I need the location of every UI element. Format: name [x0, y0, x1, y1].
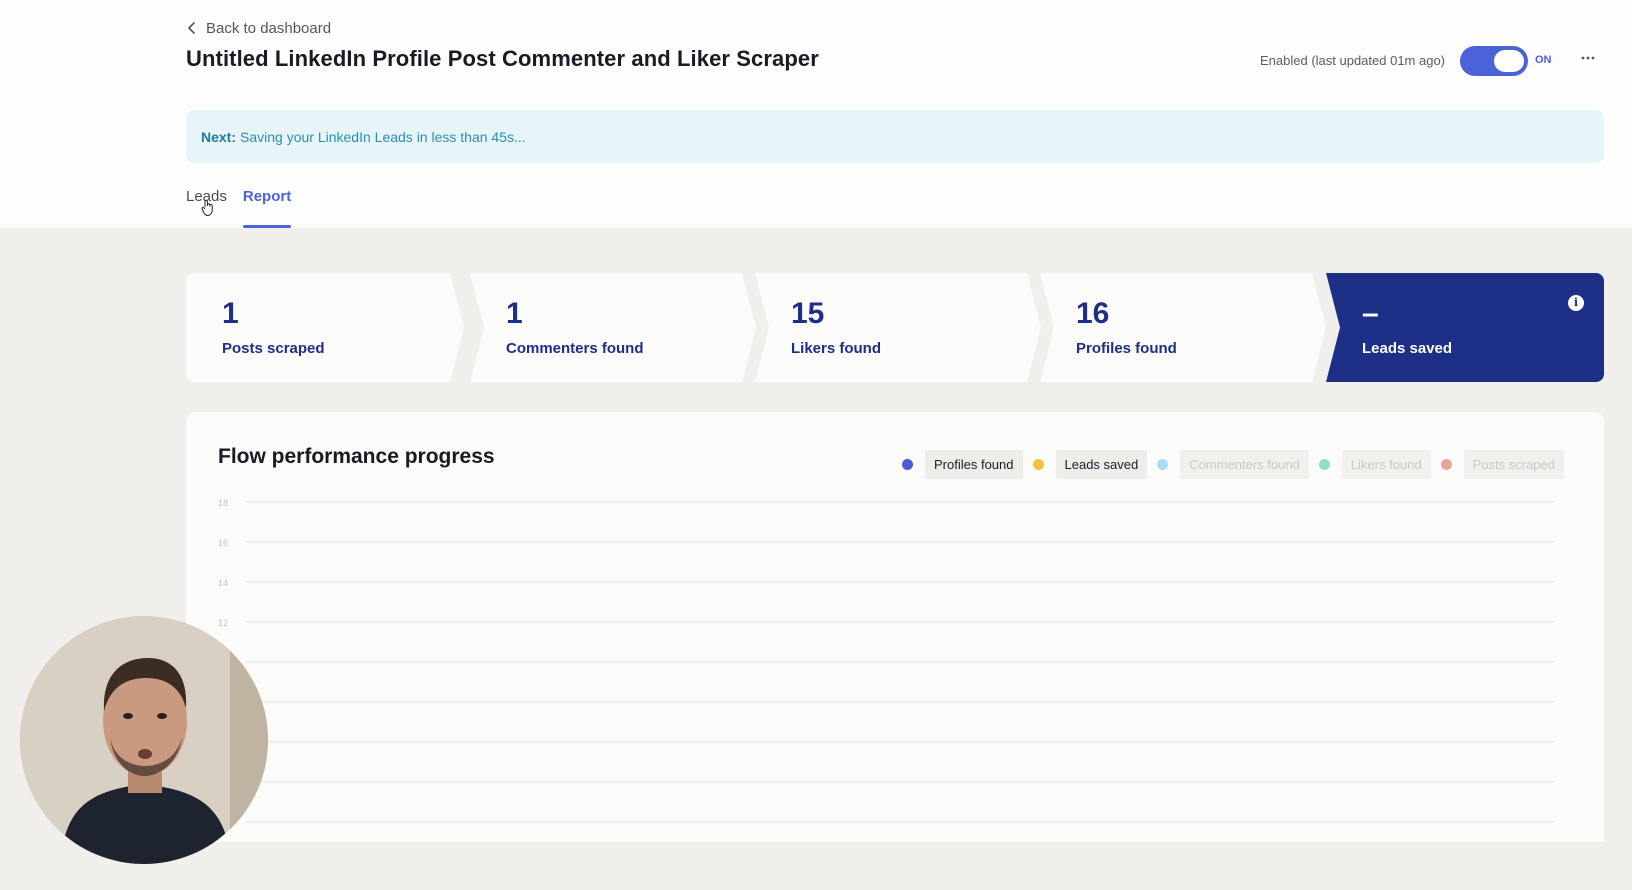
stat-label: Profiles found	[1076, 340, 1177, 357]
status-text: Enabled (last updated 01m ago)	[1260, 53, 1446, 68]
hand-cursor-icon	[201, 199, 213, 216]
chart-plot-area: 18 16 14 12	[218, 498, 1554, 823]
stat-value: 16	[1076, 297, 1110, 330]
next-banner: Next: Saving your LinkedIn Leads in less…	[186, 110, 1604, 163]
stat-profiles-found: 16 Profiles found	[1040, 273, 1326, 382]
stat-value: –	[1362, 297, 1379, 330]
chevron-left-icon	[188, 22, 195, 34]
chart-legend: Profiles found Leads saved Commenters fo…	[902, 450, 1564, 479]
stat-posts-scraped: 1 Posts scraped	[186, 273, 464, 382]
legend-dot	[1440, 459, 1452, 470]
stat-label: Commenters found	[506, 340, 644, 357]
chart-title: Flow performance progress	[218, 445, 495, 468]
y-tick-label: 16	[218, 538, 228, 548]
legend-profiles-found[interactable]: Profiles found	[902, 450, 1023, 479]
legend-label: Likers found	[1341, 450, 1431, 479]
legend-label: Posts scraped	[1463, 450, 1564, 479]
stat-value: 1	[222, 297, 239, 330]
legend-label: Leads saved	[1055, 450, 1148, 479]
banner-message: Saving your LinkedIn Leads in less than …	[240, 128, 526, 145]
page-title: Untitled LinkedIn Profile Post Commenter…	[186, 46, 819, 71]
info-icon[interactable]: i	[1568, 295, 1584, 311]
stat-commenters-found: 1 Commenters found	[470, 273, 756, 382]
legend-label: Profiles found	[925, 450, 1023, 479]
tab-report[interactable]: Report	[242, 188, 292, 228]
page-header: Back to dashboard Untitled LinkedIn Prof…	[0, 0, 1632, 228]
legend-dot	[1157, 459, 1169, 470]
toggle-label: ON	[1535, 54, 1552, 66]
stat-label: Leads saved	[1362, 340, 1453, 357]
legend-dot	[902, 459, 913, 470]
stat-value: 15	[791, 297, 825, 330]
toggle-knob	[1494, 50, 1524, 72]
stat-leads-saved: – Leads saved i	[1326, 273, 1604, 382]
presenter-video-image	[20, 616, 268, 864]
enabled-toggle[interactable]	[1460, 46, 1528, 76]
webcam-overlay	[20, 616, 268, 864]
legend-dot	[1032, 459, 1044, 470]
legend-label: Commenters found	[1180, 450, 1309, 479]
y-tick-label: 14	[218, 578, 228, 588]
stat-likers-found: 15 Likers found	[755, 273, 1041, 382]
ellipsis-icon[interactable]	[1578, 48, 1598, 68]
legend-likers-found[interactable]: Likers found	[1318, 450, 1431, 479]
stats-row: 1 Posts scraped 1 Commenters found 15 Li…	[186, 273, 1604, 382]
stat-value: 1	[506, 297, 523, 330]
legend-dot	[1318, 459, 1330, 470]
y-tick-label: 18	[218, 498, 228, 508]
legend-commenters-found[interactable]: Commenters found	[1157, 450, 1309, 479]
legend-posts-scraped[interactable]: Posts scraped	[1440, 450, 1564, 479]
legend-leads-saved[interactable]: Leads saved	[1032, 450, 1148, 479]
y-tick-label: 12	[218, 618, 228, 628]
flow-performance-chart: Flow performance progress Profiles found…	[186, 412, 1604, 842]
back-label: Back to dashboard	[206, 19, 332, 37]
back-to-dashboard-link[interactable]: Back to dashboard	[186, 18, 331, 38]
stat-label: Posts scraped	[222, 340, 325, 357]
footer-area	[0, 842, 1632, 890]
stat-label: Likers found	[791, 340, 882, 357]
banner-prefix: Next:	[201, 128, 237, 145]
